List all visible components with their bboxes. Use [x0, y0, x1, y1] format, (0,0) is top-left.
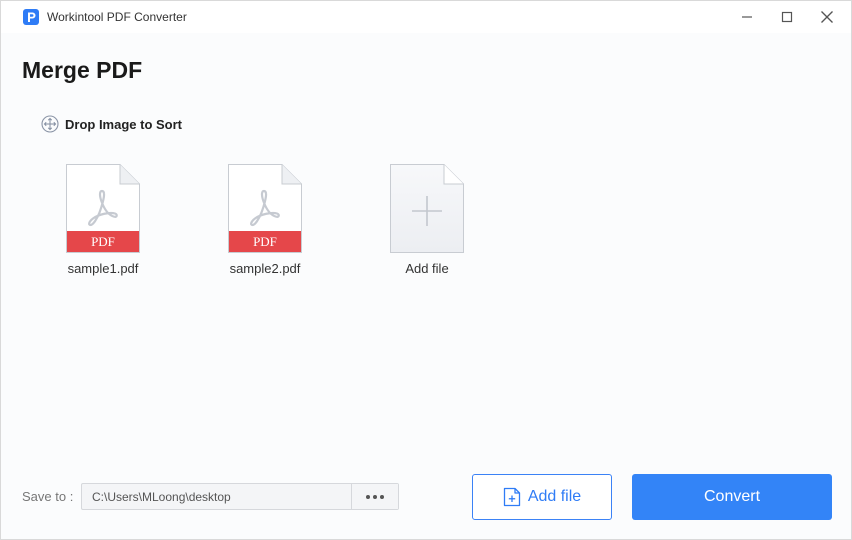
app-window: Workintool PDF Converter Merge PDF Drop … — [0, 0, 852, 540]
file-name: sample2.pdf — [229, 261, 301, 276]
file-name: sample1.pdf — [67, 261, 139, 276]
add-file-thumbnail[interactable] — [390, 164, 464, 253]
convert-button-label: Convert — [703, 488, 761, 505]
page-title: Merge PDF — [22, 57, 143, 83]
convert-button[interactable]: Convert — [632, 474, 832, 520]
more-dots-icon — [366, 494, 370, 499]
add-file-button-label: Add file — [527, 488, 582, 505]
save-path-field — [81, 483, 399, 510]
save-to-label: Save to : — [22, 489, 74, 504]
title-bar[interactable]: Workintool PDF Converter — [1, 1, 851, 33]
pdf-badge: PDF — [229, 231, 301, 252]
add-file-tile[interactable]: Add file — [377, 164, 477, 276]
minimize-icon — [742, 16, 752, 18]
more-dots-icon — [373, 494, 377, 499]
minimize-button[interactable] — [727, 1, 767, 33]
file-plus-icon — [503, 487, 520, 507]
blank-document-icon — [390, 164, 464, 253]
browse-button[interactable] — [351, 484, 398, 509]
add-file-label: Add file — [405, 261, 449, 276]
close-icon — [821, 11, 833, 23]
app-logo-icon — [23, 9, 39, 25]
sort-hint: Drop Image to Sort — [41, 115, 182, 133]
window-title: Workintool PDF Converter — [47, 10, 187, 24]
file-item-sample1[interactable]: PDF sample1.pdf — [53, 164, 153, 276]
maximize-icon — [781, 11, 793, 23]
pdf-file-thumbnail: PDF — [66, 164, 140, 253]
pdf-badge: PDF — [67, 231, 139, 252]
close-button[interactable] — [807, 1, 847, 33]
save-path-input[interactable] — [82, 484, 351, 509]
sort-hint-label: Drop Image to Sort — [65, 116, 183, 132]
move-arrows-icon — [41, 115, 59, 133]
maximize-button[interactable] — [767, 1, 807, 33]
file-item-sample2[interactable]: PDF sample2.pdf — [215, 164, 315, 276]
pdf-file-thumbnail: PDF — [228, 164, 302, 253]
add-file-button[interactable]: Add file — [472, 474, 612, 520]
more-dots-icon — [380, 494, 384, 499]
